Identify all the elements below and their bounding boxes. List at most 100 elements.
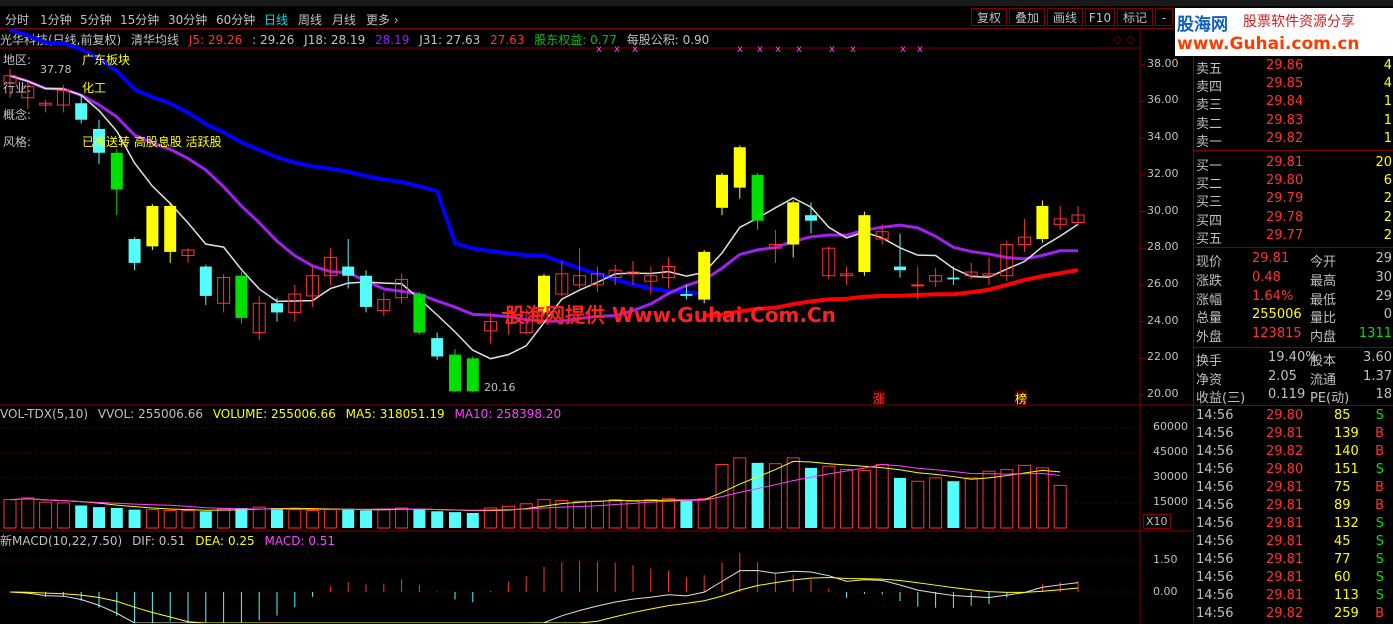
bid-volume: 2: [1383, 227, 1392, 243]
ma5-label: MA5:: [345, 407, 376, 421]
finance-row: 换手 19.40% 股本 3.60: [1194, 350, 1393, 369]
tick-time: 14:56: [1196, 480, 1234, 495]
volume-bar: [466, 512, 479, 528]
tick-volume: 132: [1334, 516, 1359, 531]
macd-value: 0.51: [308, 534, 336, 548]
tick-time: 14:56: [1196, 552, 1234, 567]
candle-body: [698, 251, 711, 300]
tick-side: B: [1375, 444, 1384, 459]
volume-bar: [413, 508, 426, 528]
tick-side: B: [1375, 606, 1384, 621]
tick-price: 29.80: [1266, 462, 1304, 477]
volume-bar: [947, 481, 960, 528]
ask-row: 卖四 29.85 4: [1194, 76, 1393, 96]
finance-value2: 1.37: [1363, 368, 1392, 384]
tick-row: 14:56 29.80 151 S: [1194, 462, 1393, 480]
tick-time: 14:56: [1196, 426, 1234, 441]
tick-row: 14:56 29.81 113 S: [1194, 588, 1393, 606]
bid-row: 买二 29.80 6: [1194, 173, 1393, 192]
ask-level-label: 卖三: [1196, 98, 1223, 114]
tick-row: 14:56 29.81 132 S: [1194, 516, 1393, 534]
signal-marker: x: [796, 44, 802, 55]
price-axis-tick: 30.00: [1147, 203, 1179, 217]
volume-bar: [235, 507, 248, 528]
volume-bar: [857, 469, 871, 529]
quote-panel: 卖五 29.86 4 卖四 29.85 4 卖三 29.84 1 卖二 29.83 1 卖一 29.82 1…: [1193, 56, 1393, 623]
signal-marker: x: [757, 44, 763, 55]
tick-row: 14:56 29.81 139 B: [1194, 426, 1393, 444]
tick-price: 29.82: [1266, 606, 1304, 621]
bid-level-label: 买一: [1196, 159, 1223, 174]
signal-marker: x: [850, 44, 856, 55]
volume-bar: [288, 509, 302, 529]
industry-value: 化工: [82, 81, 107, 95]
candle-body: [716, 174, 728, 208]
signal-marker: x: [829, 44, 835, 55]
tick-side: S: [1375, 552, 1384, 567]
quote-key2: 今开: [1310, 255, 1337, 270]
volume-bar: [39, 501, 53, 529]
volume-bar: [110, 507, 123, 528]
bid-price: 29.80: [1266, 173, 1304, 189]
finance-key: 收益(三): [1196, 391, 1246, 406]
finance-key2: 流通: [1310, 372, 1337, 388]
volume-bar: [21, 497, 35, 529]
finance-row: 收益(三) 0.119 PE(动) 18: [1194, 387, 1393, 406]
bid-price: 29.81: [1266, 155, 1304, 170]
volume-label: VOLUME:: [212, 407, 268, 421]
volume-info-line: VOL-TDX(5,10) VVOL: 255006.66 VOLUME: 25…: [0, 407, 567, 423]
ask-row: 卖五 29.86 4: [1194, 58, 1393, 77]
volume-bar: [449, 512, 461, 528]
tick-side: B: [1375, 498, 1384, 513]
ask-row: 卖二 29.83 1: [1194, 113, 1393, 132]
signal-marker: x: [614, 44, 620, 55]
tick-volume: 75: [1334, 480, 1351, 495]
volume-unit: X10: [1143, 514, 1171, 529]
industry-label: 行业:: [3, 81, 32, 95]
volume-bar: [573, 500, 587, 529]
tick-volume: 151: [1334, 462, 1359, 477]
ask-volume: 1: [1383, 94, 1392, 110]
volume-bar: [323, 509, 337, 529]
finance-divider: [1194, 347, 1393, 348]
tick-side: S: [1375, 462, 1384, 477]
tick-time: 14:56: [1196, 516, 1234, 531]
bid-price: 29.79: [1266, 191, 1304, 207]
ask-level-label: 卖一: [1196, 134, 1223, 150]
bid-level-label: 买五: [1196, 231, 1223, 247]
ask-price: 29.86: [1266, 58, 1304, 73]
candle-body: [199, 266, 212, 296]
quote-key: 外盘: [1196, 330, 1223, 346]
tick-side: S: [1375, 534, 1384, 549]
volume-bar: [395, 507, 409, 529]
tick-time: 14:56: [1196, 570, 1234, 585]
vvol-value: 255006.66: [138, 407, 203, 421]
candle-body: [146, 205, 159, 247]
candle-body: [271, 303, 283, 313]
tick-side: B: [1375, 426, 1384, 441]
tick-row: 14:56 29.81 75 B: [1194, 480, 1393, 498]
quote-value2: 1311: [1358, 326, 1392, 342]
bid-price: 29.77: [1266, 227, 1304, 243]
volume-bar: [56, 502, 70, 529]
ask-level-label: 卖四: [1196, 80, 1223, 96]
ask-price: 29.85: [1266, 76, 1304, 92]
quote-row: 现价 29.81 今开 29: [1194, 251, 1393, 270]
volume-bar: [163, 509, 177, 529]
quote-key: 涨跌: [1196, 273, 1223, 289]
macd-title: 新MACD(10,22,7.50): [0, 534, 123, 548]
tick-volume: 77: [1334, 552, 1351, 567]
tick-volume: 89: [1334, 498, 1351, 513]
center-watermark: 股海网提供 Www.Guhai.Com.Cn: [505, 303, 836, 327]
price-axis-tick: 28.00: [1147, 240, 1179, 254]
ask-level-label: 卖二: [1196, 116, 1223, 132]
tick-volume: 259: [1334, 606, 1359, 621]
volume-bar: [128, 509, 141, 528]
candle-body: [360, 275, 372, 307]
volume-bar: [894, 477, 906, 528]
ask-volume: 4: [1383, 58, 1392, 73]
volume-bar: [1035, 467, 1049, 529]
tick-side: S: [1375, 570, 1384, 585]
vvol-label: VVOL:: [97, 407, 135, 421]
volume-bar: [751, 462, 764, 528]
